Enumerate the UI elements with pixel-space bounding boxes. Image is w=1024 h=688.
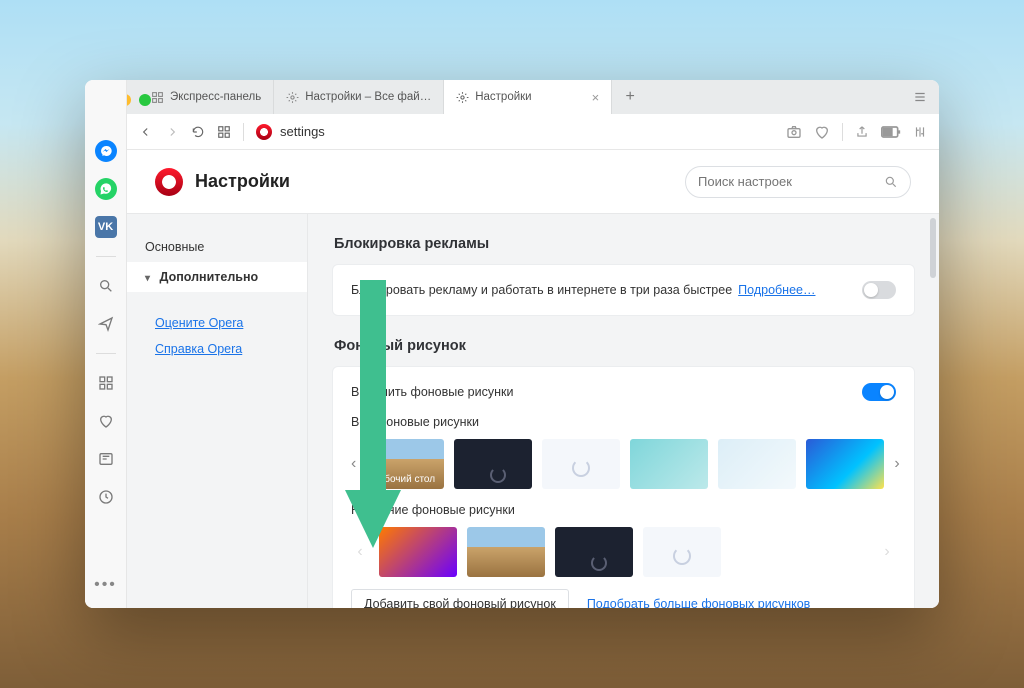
nav-advanced-label: Дополнительно [160,270,259,284]
tab-close-icon[interactable]: × [592,90,600,105]
speed-dial-icon[interactable] [95,372,117,394]
speed-dial-button[interactable] [217,125,231,139]
tab-settings-cookies[interactable]: Настройки – Все файлы coo [274,80,444,114]
tab-title: Настройки [475,91,531,103]
wallpaper-card: Включить фоновые рисунки Все фоновые рис… [332,366,915,608]
speed-dial-icon [151,91,164,104]
gear-icon [456,91,469,104]
wallpaper-thumb-desktop[interactable]: Рабочий стол [366,439,444,489]
news-icon[interactable] [95,448,117,470]
scrollbar-thumb[interactable] [930,218,936,278]
send-icon[interactable] [95,313,117,335]
adblock-learn-more-link[interactable]: Подробнее… [738,283,815,297]
sidebar-rail: VK ••• [85,80,127,608]
all-wallpapers-label: Все фоновые рисунки [351,415,896,429]
wallpaper-thumb[interactable] [379,527,457,577]
share-icon[interactable] [855,125,869,139]
toolbar [127,114,939,150]
adblock-row-text: Блокировать рекламу и работать в интерне… [351,283,732,297]
chevron-down-icon: ▾ [145,273,150,284]
reload-button[interactable] [191,125,205,139]
wallpaper-thumb[interactable] [467,527,545,577]
browser-window: VK ••• Экспресс-панель [85,80,939,608]
address-input[interactable] [280,124,580,139]
adblock-card: Блокировать рекламу и работать в интерне… [332,264,915,316]
wallpaper-enable-text: Включить фоновые рисунки [351,385,513,399]
wallpaper-thumb[interactable] [630,439,708,489]
toolbar-divider [842,123,843,141]
page-title: Настройки [155,168,290,196]
address-bar[interactable] [256,124,774,140]
messenger-icon[interactable] [95,140,117,162]
help-opera-link[interactable]: Справка Opera [127,336,307,362]
recent-wallpapers-label: Недавние фоновые рисунки [351,503,896,517]
rail-more-icon[interactable]: ••• [94,576,117,594]
tab-title: Настройки – Все файлы coo [305,91,431,103]
tab-settings[interactable]: Настройки × [444,80,612,114]
more-wallpapers-link[interactable]: Подобрать больше фоновых рисунков [587,597,810,608]
wallpaper-thumb[interactable] [806,439,884,489]
settings-nav: Основные ▾ Дополнительно Оцените Opera С… [127,214,307,608]
tab-speed-dial[interactable]: Экспресс-панель [139,80,274,114]
adblock-toggle[interactable] [862,281,896,299]
nav-basic[interactable]: Основные [127,232,307,262]
wallpaper-thumb-label: Рабочий стол [372,474,435,486]
recent-next-button[interactable]: › [878,527,896,577]
snapshot-icon[interactable] [786,124,802,140]
wallpaper-thumb[interactable] [555,527,633,577]
back-button[interactable] [139,125,153,139]
heart-icon[interactable] [95,410,117,432]
tab-title: Экспресс-панель [170,91,261,103]
whatsapp-icon[interactable] [95,178,117,200]
history-icon[interactable] [95,486,117,508]
wallpapers-next-button[interactable]: › [894,439,899,489]
wallpaper-toggle[interactable] [862,383,896,401]
vk-icon[interactable]: VK [95,216,117,238]
adblock-section-title: Блокировка рекламы [334,236,915,252]
settings-main[interactable]: Блокировка рекламы Блокировать рекламу и… [307,214,939,608]
toolbar-divider [243,123,244,141]
forward-button[interactable] [165,125,179,139]
settings-search-input[interactable] [698,174,884,189]
settings-search[interactable] [685,166,911,198]
wallpaper-thumb[interactable] [643,527,721,577]
nav-advanced[interactable]: ▾ Дополнительно [127,262,307,292]
tab-strip: Экспресс-панель Настройки – Все файлы co… [127,80,939,114]
bookmark-icon[interactable] [814,124,830,140]
settings-header: Настройки [127,150,939,214]
new-tab-button[interactable]: + [612,80,648,114]
easy-setup-icon[interactable] [913,125,927,139]
wallpapers-prev-button[interactable]: ‹ [351,439,356,489]
search-icon [884,175,898,189]
window-zoom-button[interactable] [139,94,151,106]
gear-icon [286,91,299,104]
rail-divider [96,256,116,257]
search-icon[interactable] [95,275,117,297]
wallpaper-thumb[interactable] [454,439,532,489]
wallpaper-section-title: Фоновый рисунок [334,338,915,354]
page-title-text: Настройки [195,171,290,192]
wallpaper-thumb[interactable] [718,439,796,489]
opera-logo-icon [155,168,183,196]
battery-icon[interactable] [881,126,901,138]
recent-prev-button[interactable]: ‹ [351,527,369,577]
all-wallpapers-row: ‹ Рабочий стол › [351,439,896,489]
wallpaper-thumb[interactable] [542,439,620,489]
opera-logo-icon [256,124,272,140]
rail-divider [96,353,116,354]
rate-opera-link[interactable]: Оцените Opera [127,310,307,336]
tabs-menu-icon[interactable] [913,80,939,114]
settings-body: Основные ▾ Дополнительно Оцените Opera С… [127,214,939,608]
recent-wallpapers-row: ‹ › [351,527,896,577]
add-wallpaper-button[interactable]: Добавить свой фоновый рисунок [351,589,569,608]
